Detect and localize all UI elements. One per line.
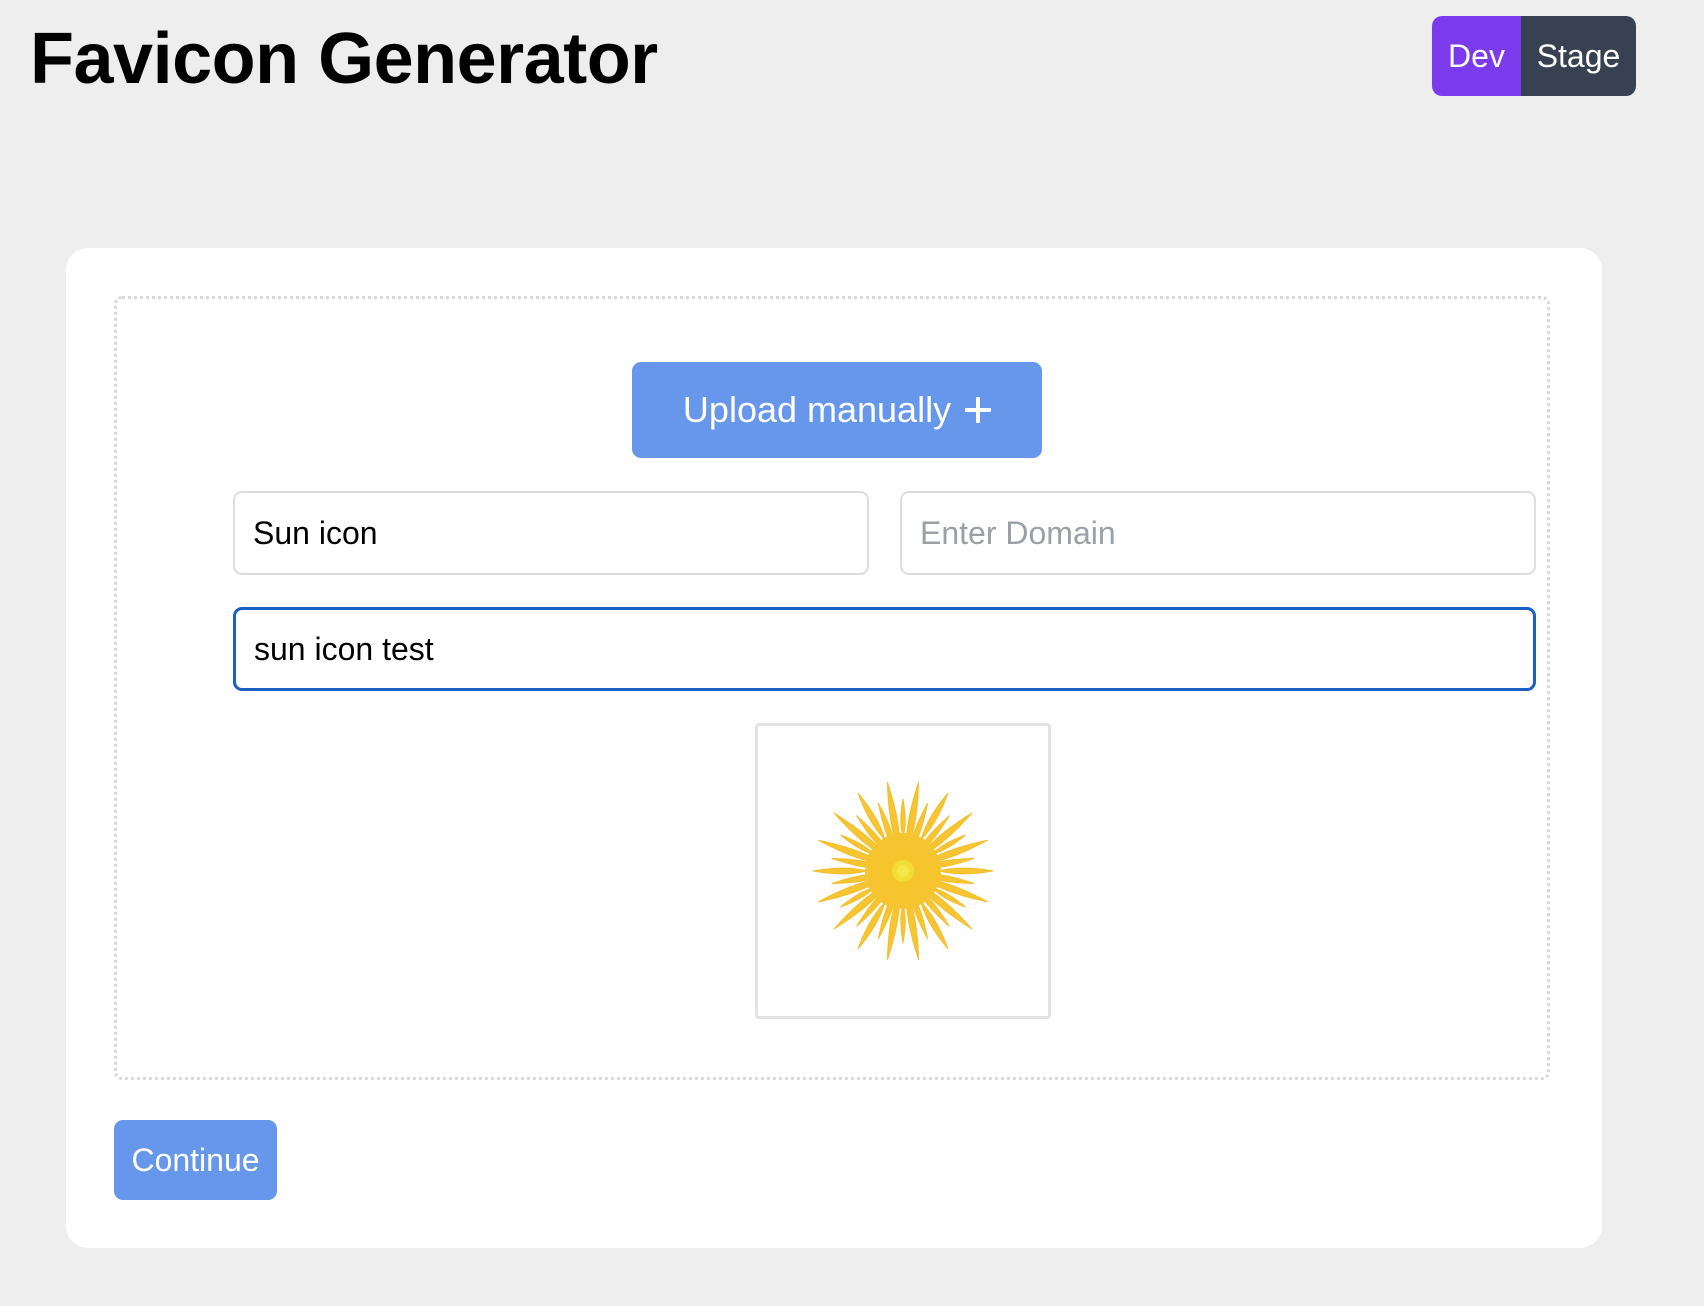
- env-dev-button[interactable]: Dev: [1432, 16, 1521, 96]
- icon-name-input[interactable]: [233, 491, 869, 575]
- upload-manually-button[interactable]: Upload manually: [632, 362, 1042, 458]
- sun-ray: [812, 867, 874, 875]
- domain-input[interactable]: [900, 491, 1536, 575]
- sun-ray: [932, 867, 994, 875]
- env-stage-button[interactable]: Stage: [1521, 16, 1636, 96]
- continue-button[interactable]: Continue: [114, 1120, 277, 1200]
- environment-switch: Dev Stage: [1432, 16, 1636, 96]
- generator-card: Upload manually Continue: [66, 248, 1602, 1248]
- sun-icon: [812, 781, 994, 961]
- favicon-preview: [755, 723, 1051, 1019]
- upload-dropzone[interactable]: Upload manually: [114, 296, 1550, 1080]
- page-title: Favicon Generator: [30, 19, 658, 99]
- upload-button-label: Upload manually: [682, 389, 952, 430]
- plus-icon: [965, 397, 992, 423]
- prompt-input[interactable]: [233, 607, 1536, 691]
